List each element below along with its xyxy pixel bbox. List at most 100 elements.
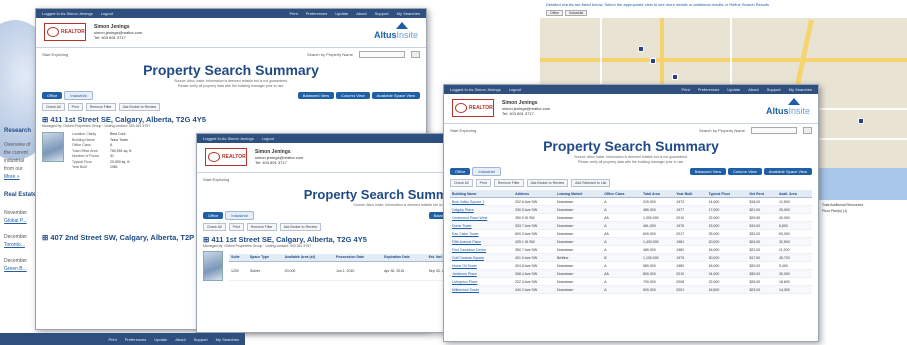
- building-name-link[interactable]: First Canadian Centre: [450, 245, 514, 254]
- table-row[interactable]: Livingston Place 222 3 Ave SW Downtown A 700…: [450, 277, 812, 286]
- remove-filter-button[interactable]: Remove Filter: [493, 179, 524, 187]
- nav-print[interactable]: Print: [289, 11, 297, 16]
- map-tab-office[interactable]: Office: [546, 10, 564, 16]
- nav-my-searches[interactable]: My Searches: [789, 87, 812, 92]
- table-row[interactable]: Gulf Canada Square 401 9 Ave SW Beltline B 1…: [450, 253, 812, 262]
- print-button[interactable]: Print: [475, 179, 491, 187]
- add-selected-button[interactable]: Add Selected to List: [571, 179, 611, 187]
- nav-about[interactable]: About: [356, 11, 366, 16]
- news-link[interactable]: Green B...: [4, 266, 27, 272]
- building-name-link[interactable]: Dome Tower: [450, 221, 514, 230]
- table-row[interactable]: Millennium Tower 440 2 Ave SW Downtown A 500…: [450, 285, 812, 294]
- col-header[interactable]: Available Area (sf): [282, 253, 335, 262]
- search-select[interactable]: [751, 126, 797, 134]
- col-header[interactable]: Typical Floor: [706, 190, 748, 198]
- building-name-link[interactable]: Centennial Place West: [450, 213, 514, 222]
- nav-my-searches[interactable]: My Searches: [397, 11, 420, 16]
- col-header[interactable]: Address: [513, 190, 555, 198]
- building-photo[interactable]: [42, 132, 64, 162]
- property-address[interactable]: ⊞ 411 1st Street SE, Calgary, Alberta, T…: [197, 235, 471, 244]
- table-row[interactable]: Centennial Place West 250 5 St SW Downtown…: [450, 213, 812, 222]
- print-button[interactable]: Print: [228, 222, 244, 231]
- building-name-link[interactable]: Jamieson Place: [450, 269, 514, 278]
- table-row[interactable]: 1200 Sublet 20,000 Jun 1, 2010 Apr 30, 2…: [229, 261, 465, 281]
- nav-print[interactable]: Print: [681, 87, 689, 92]
- building-name-link[interactable]: Millennium Tower: [450, 285, 514, 294]
- col-header[interactable]: Suite: [229, 253, 248, 262]
- nav-update[interactable]: Update: [335, 11, 348, 16]
- nav-logout[interactable]: Logout: [101, 11, 113, 16]
- table-row[interactable]: Eau Claire Tower 600 3 Ave SW Downtown AA 60…: [450, 229, 812, 238]
- nav-update[interactable]: Update: [154, 337, 167, 342]
- search-select[interactable]: [359, 50, 405, 58]
- building-name-link[interactable]: Livingston Place: [450, 277, 514, 286]
- start-exploring-link[interactable]: Start Exploring: [450, 128, 476, 133]
- col-header[interactable]: Building Name: [450, 190, 514, 198]
- col-header[interactable]: Total Area: [641, 190, 675, 198]
- col-header[interactable]: Leasing Market: [554, 190, 603, 198]
- nav-about[interactable]: About: [748, 87, 758, 92]
- nav-support[interactable]: Support: [375, 11, 389, 16]
- table-row[interactable]: Dome Tower 333 7 Ave SW Downtown A 461,000 19…: [450, 221, 812, 230]
- column-view-button[interactable]: Column View: [728, 168, 762, 175]
- print-button[interactable]: Print: [67, 103, 83, 111]
- nav-about[interactable]: About: [175, 337, 185, 342]
- table-row[interactable]: Calgary Place 330 5 Ave SW Downtown A 480,00…: [450, 205, 812, 214]
- tab-office[interactable]: Office: [203, 211, 224, 219]
- tab-industrial[interactable]: Industrial: [64, 91, 93, 100]
- nav-update[interactable]: Update: [727, 87, 740, 92]
- property-address[interactable]: ⊞ 411 1st Street SE, Calgary, Alberta, T…: [36, 115, 426, 124]
- col-header[interactable]: Avail. Area: [776, 190, 812, 198]
- building-name-link[interactable]: Fifth Avenue Place: [450, 237, 514, 246]
- nav-preferences[interactable]: Preferences: [698, 87, 720, 92]
- balanced-view-button[interactable]: Balanced View: [689, 168, 727, 175]
- tab-office[interactable]: Office: [42, 92, 63, 99]
- news-link[interactable]: Global P...: [4, 218, 27, 224]
- col-header[interactable]: Year Built: [674, 190, 707, 198]
- table-row[interactable]: Home Oil Tower 324 8 Ave SW Downtown A 580,0…: [450, 261, 812, 270]
- col-header[interactable]: Expiration Date: [382, 253, 427, 262]
- nav-my-searches[interactable]: My Searches: [216, 337, 239, 342]
- map-pin-icon[interactable]: [638, 46, 644, 52]
- map-pin-icon[interactable]: [672, 74, 678, 80]
- property-results-window[interactable]: Logged In As Simon Jenings Logout Print …: [443, 84, 819, 342]
- col-header[interactable]: Net Rent: [747, 190, 777, 198]
- col-header[interactable]: Space Type: [247, 253, 283, 262]
- map-pin-icon[interactable]: [858, 118, 864, 124]
- start-exploring-link[interactable]: Start Exploring: [203, 177, 229, 182]
- remove-filter-button[interactable]: Remove Filter: [85, 103, 116, 111]
- building-photo[interactable]: [203, 250, 224, 281]
- tab-industrial[interactable]: Industrial: [225, 210, 254, 220]
- table-row[interactable]: First Canadian Centre 350 7 Ave SW Downtow…: [450, 245, 812, 254]
- building-name-link[interactable]: Gulf Canada Square: [450, 253, 514, 262]
- column-view-button[interactable]: Column View: [336, 92, 370, 99]
- ask-broker-button[interactable]: Ask Broker to Review: [279, 222, 322, 231]
- nav-logout[interactable]: Logout: [262, 136, 274, 141]
- building-name-link[interactable]: Eau Claire Tower: [450, 229, 514, 238]
- building-name-link[interactable]: Home Oil Tower: [450, 261, 514, 270]
- nav-preferences[interactable]: Preferences: [125, 337, 147, 342]
- check-all-button[interactable]: Check All: [450, 179, 473, 187]
- map-tab-industrial[interactable]: Industrial: [565, 10, 588, 16]
- go-button[interactable]: [411, 50, 420, 58]
- tab-industrial[interactable]: Industrial: [472, 167, 501, 176]
- more-link[interactable]: More »: [4, 174, 20, 180]
- building-name-link[interactable]: Bow Valley Square 1: [450, 197, 514, 206]
- remove-filter-button[interactable]: Remove Filter: [246, 222, 277, 231]
- ask-broker-button[interactable]: Ask Broker to Review: [118, 103, 161, 111]
- go-button[interactable]: [803, 126, 812, 134]
- ask-broker-button[interactable]: Ask Broker to Review: [526, 179, 569, 187]
- check-all-button[interactable]: Check All: [42, 103, 65, 111]
- table-row[interactable]: Fifth Avenue Place 425 1 St SW Downtown A 1,…: [450, 237, 812, 246]
- col-header[interactable]: Possession Date: [334, 253, 383, 262]
- map-pin-icon[interactable]: [650, 58, 656, 64]
- check-all-button[interactable]: Check All: [203, 222, 226, 231]
- nav-print[interactable]: Print: [108, 337, 116, 342]
- nav-preferences[interactable]: Preferences: [306, 11, 328, 16]
- table-row[interactable]: Bow Valley Square 1 202 6 Ave SW Downtown A…: [450, 197, 812, 206]
- nav-support[interactable]: Support: [194, 337, 208, 342]
- balanced-view-button[interactable]: Balanced View: [297, 92, 335, 99]
- available-space-view-button[interactable]: Available Space View: [763, 168, 812, 175]
- nav-support[interactable]: Support: [767, 87, 781, 92]
- property-summary-window-2[interactable]: Logged In As Simon Jenings Logout REALTO…: [196, 133, 472, 333]
